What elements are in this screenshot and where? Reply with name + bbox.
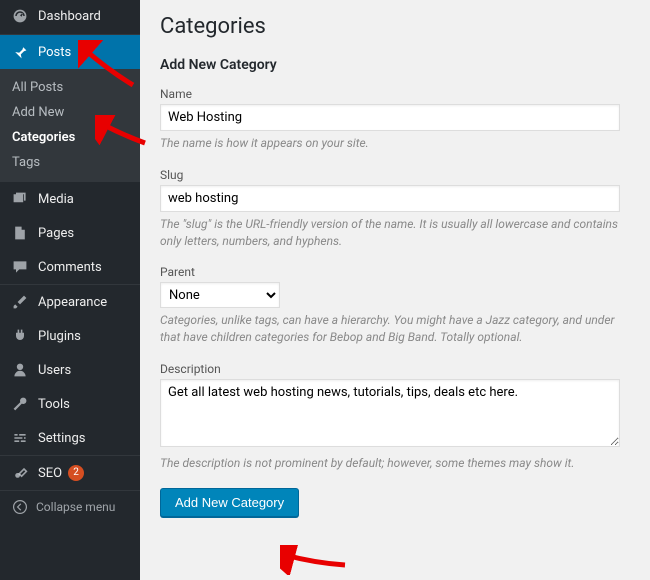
slug-label: Slug	[160, 168, 630, 182]
add-category-button[interactable]: Add New Category	[160, 488, 299, 517]
section-title: Add New Category	[160, 57, 630, 73]
page-title: Categories	[160, 14, 630, 39]
description-help: The description is not prominent by defa…	[160, 455, 620, 472]
main-content: Categories Add New Category Name The nam…	[140, 0, 650, 580]
parent-select[interactable]: None	[160, 282, 280, 308]
sidebar-item-users[interactable]: Users	[0, 353, 140, 387]
collapse-icon	[10, 499, 30, 515]
parent-label: Parent	[160, 265, 630, 279]
seo-icon	[10, 463, 30, 483]
sidebar-item-dashboard[interactable]: Dashboard	[0, 0, 140, 34]
seo-badge: 2	[68, 465, 84, 481]
sidebar-label: Media	[38, 192, 74, 207]
field-parent: Parent None Categories, unlike tags, can…	[160, 265, 630, 346]
sidebar-item-posts[interactable]: Posts	[0, 34, 140, 69]
description-input[interactable]	[160, 379, 620, 447]
parent-help: Categories, unlike tags, can have a hier…	[160, 312, 620, 346]
name-input[interactable]	[160, 104, 620, 131]
sidebar-item-appearance[interactable]: Appearance	[0, 284, 140, 319]
field-name: Name The name is how it appears on your …	[160, 87, 630, 152]
submenu-all-posts[interactable]: All Posts	[0, 75, 140, 100]
slug-input[interactable]	[160, 185, 620, 212]
sidebar-item-settings[interactable]: Settings	[0, 421, 140, 455]
sidebar-label: Posts	[38, 45, 71, 60]
slug-help: The "slug" is the URL-friendly version o…	[160, 216, 620, 250]
plug-icon	[10, 326, 30, 346]
sidebar-label: Settings	[38, 431, 85, 446]
posts-submenu: All Posts Add New Categories Tags	[0, 69, 140, 181]
sidebar-item-plugins[interactable]: Plugins	[0, 319, 140, 353]
comment-icon	[10, 257, 30, 277]
submenu-add-new[interactable]: Add New	[0, 100, 140, 125]
brush-icon	[10, 292, 30, 312]
pin-icon	[10, 42, 30, 62]
description-label: Description	[160, 362, 630, 376]
sidebar-label: Pages	[38, 226, 74, 241]
admin-sidebar: Dashboard Posts All Posts Add New Catego…	[0, 0, 140, 580]
sidebar-item-pages[interactable]: Pages	[0, 216, 140, 250]
sidebar-label: Appearance	[38, 295, 107, 310]
collapse-menu[interactable]: Collapse menu	[0, 490, 140, 523]
sidebar-item-seo[interactable]: SEO 2	[0, 455, 140, 490]
submenu-categories[interactable]: Categories	[0, 125, 140, 150]
media-icon	[10, 189, 30, 209]
sidebar-label: Plugins	[38, 329, 81, 344]
sidebar-label: Dashboard	[38, 9, 101, 24]
field-slug: Slug The "slug" is the URL-friendly vers…	[160, 168, 630, 250]
submenu-tags[interactable]: Tags	[0, 150, 140, 175]
sliders-icon	[10, 428, 30, 448]
sidebar-item-tools[interactable]: Tools	[0, 387, 140, 421]
sidebar-label: Users	[38, 363, 71, 378]
collapse-label: Collapse menu	[36, 500, 115, 514]
sidebar-item-comments[interactable]: Comments	[0, 250, 140, 284]
sidebar-label: Comments	[38, 260, 102, 275]
sidebar-label: Tools	[38, 397, 70, 412]
wrench-icon	[10, 394, 30, 414]
name-help: The name is how it appears on your site.	[160, 135, 620, 152]
sidebar-label: SEO	[38, 466, 62, 481]
sidebar-item-media[interactable]: Media	[0, 181, 140, 216]
name-label: Name	[160, 87, 630, 101]
field-description: Description The description is not promi…	[160, 362, 630, 472]
dashboard-icon	[10, 6, 30, 26]
user-icon	[10, 360, 30, 380]
page-icon	[10, 223, 30, 243]
